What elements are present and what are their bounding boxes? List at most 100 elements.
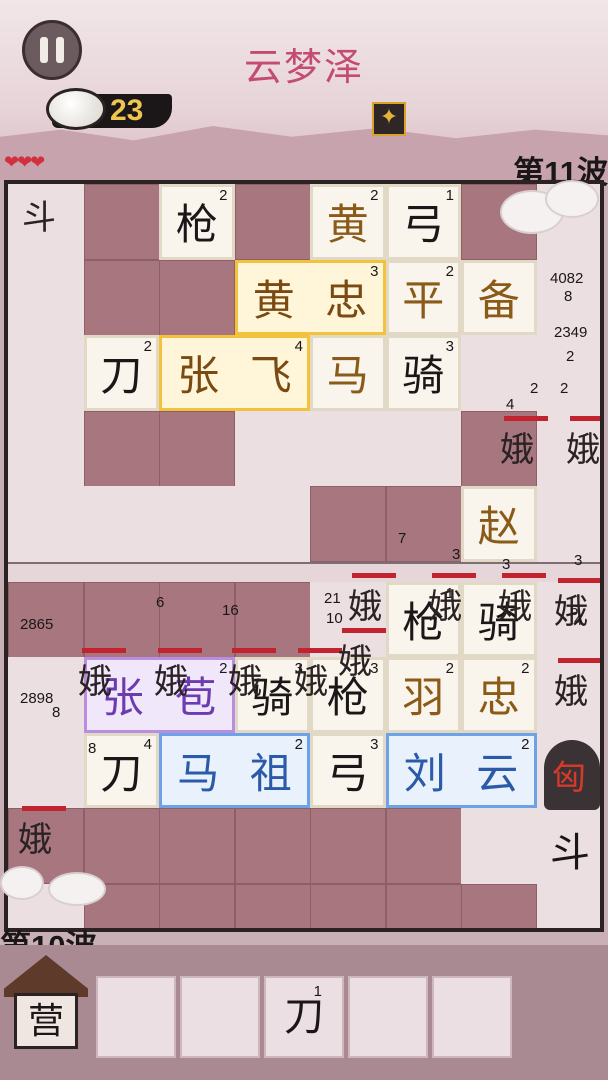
tile-char: 马 — [326, 351, 369, 401]
board-cell[interactable] — [8, 410, 84, 487]
board-cell[interactable] — [8, 486, 84, 562]
deploy-slot[interactable]: 刀1 — [264, 976, 344, 1058]
enemy-e: 娥 — [154, 662, 188, 702]
tile-yu[interactable]: 羽2 — [385, 657, 461, 733]
tile-level: 2 — [521, 660, 530, 677]
tile-char: 平 — [402, 275, 445, 325]
board-cell[interactable] — [310, 410, 386, 487]
board-cell[interactable] — [83, 808, 160, 884]
board-cell[interactable] — [83, 410, 160, 487]
board-cell[interactable] — [536, 335, 600, 411]
tile-level: 3 — [370, 735, 379, 753]
enemy-e: 娥 — [566, 430, 600, 470]
tile-level: 3 — [445, 338, 454, 355]
board-cell[interactable] — [234, 410, 311, 487]
tile-zhao[interactable]: 赵 — [461, 486, 537, 562]
board-cell[interactable] — [385, 486, 462, 562]
tile-char: 忠 — [325, 275, 368, 325]
board-cell[interactable] — [310, 486, 386, 562]
board-cell[interactable] — [461, 335, 537, 411]
tile-char: 羽 — [402, 673, 445, 723]
board-cell[interactable] — [83, 581, 160, 658]
enemy-e: 娥 — [78, 662, 112, 702]
board-cell[interactable] — [159, 259, 235, 336]
enemy-e: 娥 — [228, 662, 262, 702]
board-cell[interactable] — [8, 335, 84, 411]
tile-level: 2 — [219, 660, 228, 677]
deploy-slot[interactable] — [96, 976, 176, 1058]
damage-number: 8 — [564, 288, 573, 305]
camp-building[interactable]: 营 — [4, 955, 88, 1055]
tile-qi-1[interactable]: 骑3 — [385, 335, 461, 411]
damage-number: 3 — [502, 556, 511, 573]
board-cell[interactable] — [159, 410, 235, 487]
enemy-e: 娥 — [498, 587, 532, 627]
tile-char: 马 — [177, 748, 220, 798]
deploy-slot[interactable] — [180, 976, 260, 1058]
enemy-e: 娥 — [294, 662, 328, 702]
board-cell[interactable] — [83, 259, 160, 336]
tile-char: 云 — [476, 748, 519, 798]
board-cell[interactable] — [83, 184, 160, 260]
board-cell[interactable] — [159, 581, 235, 658]
board-cell[interactable] — [83, 486, 160, 562]
damage-number: 3 — [452, 546, 461, 563]
tile-huang-top[interactable]: 黄2 — [310, 184, 386, 260]
tile-char: 刘 — [403, 748, 446, 798]
tile-bei[interactable]: 备 — [461, 259, 537, 335]
board-cell[interactable] — [159, 808, 235, 884]
tile-char: 忠 — [477, 673, 520, 723]
tile-char: 张 — [177, 351, 220, 401]
deploy-slot[interactable] — [348, 976, 428, 1058]
lives-hearts: ❤❤❤ — [4, 152, 45, 173]
tile-huang-zhong[interactable]: 黄忠3 — [234, 259, 386, 335]
board-cell[interactable] — [536, 486, 600, 562]
board-cell[interactable] — [159, 883, 235, 928]
board-cell[interactable] — [159, 486, 235, 562]
tile-ma-1[interactable]: 马 — [310, 335, 386, 411]
board-cell[interactable] — [461, 808, 537, 884]
tile-level: 4 — [143, 735, 152, 753]
board-cell[interactable] — [385, 808, 462, 884]
boss-dou-label: 斗 — [550, 830, 590, 876]
deploy-slot[interactable] — [432, 976, 512, 1058]
enemy-e: 娥 — [348, 587, 382, 627]
damage-number: 4082 — [550, 270, 584, 287]
enemy-health-bar — [158, 648, 202, 653]
damage-number: 3 — [574, 552, 583, 569]
board-cell[interactable] — [536, 883, 600, 928]
tile-level: 2 — [521, 735, 530, 753]
board-cell[interactable] — [385, 883, 462, 928]
tile-ma-zu[interactable]: 马祖2 — [159, 732, 310, 808]
tile-level: 1 — [445, 187, 454, 204]
boss-label: 匈 — [552, 758, 586, 798]
tile-zhong[interactable]: 忠2 — [461, 657, 537, 733]
board-cell[interactable] — [385, 410, 462, 487]
board-cell[interactable] — [461, 883, 537, 928]
tile-qiang-top[interactable]: 枪2 — [159, 184, 235, 260]
enemy-health-bar — [232, 648, 276, 653]
bonus-box-icon[interactable]: ✦ — [372, 102, 406, 136]
tile-dao-1[interactable]: 刀2 — [83, 335, 159, 411]
tile-char: 赵 — [477, 502, 520, 552]
level-title: 云梦泽 — [243, 45, 364, 89]
board-cell[interactable] — [234, 883, 311, 928]
tile-ping[interactable]: 平2 — [385, 259, 461, 335]
cloud-decoration — [48, 872, 106, 906]
tile-level: 3 — [370, 262, 379, 280]
tile-liu-yun[interactable]: 刘云2 — [385, 732, 537, 808]
tile-gong-low[interactable]: 弓3 — [310, 732, 386, 808]
board-cell[interactable] — [310, 883, 386, 928]
tile-zhang-fei[interactable]: 张飞4 — [159, 335, 310, 411]
damage-number: 10 — [326, 610, 343, 627]
board-cell[interactable] — [310, 808, 386, 884]
tile-gong[interactable]: 弓1 — [385, 184, 461, 260]
board-cell[interactable] — [234, 184, 311, 260]
board-cell[interactable] — [8, 259, 84, 336]
tile-char: 飞 — [249, 351, 292, 401]
tile-level: 2 — [219, 187, 228, 204]
board-cell[interactable] — [234, 581, 311, 658]
board-cell[interactable] — [8, 732, 84, 809]
board-cell[interactable] — [234, 486, 311, 562]
board-cell[interactable] — [234, 808, 311, 884]
